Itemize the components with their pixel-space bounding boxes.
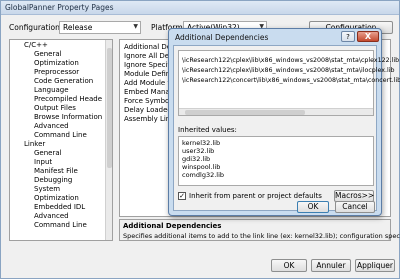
dialog-title: Additional Dependencies xyxy=(175,33,269,42)
tree-item[interactable]: Browse Information xyxy=(34,113,102,122)
tree-item[interactable]: Optimization xyxy=(34,194,79,203)
tree-item[interactable]: Output Files xyxy=(34,104,76,113)
description-text: Specifies additional items to add to the… xyxy=(123,232,400,240)
inherited-item: kernel32.lib xyxy=(182,139,221,147)
inherited-values-label: Inherited values: xyxy=(178,126,237,134)
inherited-item: gdi32.lib xyxy=(182,155,211,163)
tree-item[interactable]: Preprocessor xyxy=(34,68,79,77)
tree-item[interactable]: Language xyxy=(34,86,69,95)
dependency-path: \icResearch122\concert\lib\x86_windows_v… xyxy=(182,77,400,84)
tree-item[interactable]: Optimization xyxy=(34,59,79,68)
tree-item[interactable]: System xyxy=(34,185,60,194)
configuration-select[interactable]: Release ▼ xyxy=(59,21,141,34)
tree-item[interactable]: Linker xyxy=(24,140,45,149)
additional-dependencies-dialog: Additional Dependencies ? X \icResearch1… xyxy=(168,28,400,216)
inherit-checkbox[interactable]: ✓ xyxy=(178,192,186,200)
tree-scrollbar[interactable] xyxy=(105,40,112,240)
inherited-item: winspool.lib xyxy=(182,163,221,171)
inherit-checkbox-label: Inherit from parent or project defaults xyxy=(189,192,322,200)
configuration-value: Release xyxy=(63,23,93,32)
dialog-ok-button[interactable]: OK xyxy=(297,201,329,213)
tree-item[interactable]: Precompiled Heade xyxy=(34,95,102,104)
description-title: Additional Dependencies xyxy=(123,222,222,230)
tree-item[interactable]: C/C++ xyxy=(24,41,48,50)
inherited-item: comdlg32.lib xyxy=(182,171,225,179)
dependencies-textarea[interactable]: \icResearch122\cplex\lib\x86_windows_vs2… xyxy=(178,50,400,116)
tree-item[interactable]: Embedded IDL xyxy=(34,203,85,212)
tree-item[interactable]: Code Generation xyxy=(34,77,93,86)
tree-item[interactable]: Debugging xyxy=(34,176,72,185)
window-title: GlobalPanner Property Pages xyxy=(5,3,114,12)
tree-item-selected[interactable]: Input xyxy=(34,158,52,167)
dependency-path: \icResearch122\cplex\lib\x86_windows_vs2… xyxy=(182,67,395,74)
apply-button[interactable]: Appliquer xyxy=(355,259,395,272)
dialog-cancel-button[interactable]: Cancel xyxy=(335,201,375,213)
description-panel: Additional Dependencies Specifies additi… xyxy=(119,219,400,241)
close-button[interactable]: X xyxy=(357,31,379,42)
tree-item[interactable]: Advanced xyxy=(34,212,69,221)
scroll-thumb[interactable] xyxy=(107,48,112,168)
inherited-item: user32.lib xyxy=(182,147,215,155)
help-button[interactable]: ? xyxy=(341,31,355,42)
configuration-label: Configuration: xyxy=(9,23,63,32)
property-tree: C/C++ General Optimization Preprocessor … xyxy=(9,39,113,241)
dependency-path: \icResearch122\cplex\lib\x86_windows_vs2… xyxy=(182,57,400,64)
tree-item[interactable]: General xyxy=(34,50,62,59)
chevron-down-icon: ▼ xyxy=(133,23,138,30)
inherited-values-list: kernel32.lib user32.lib gdi32.lib winspo… xyxy=(178,136,374,186)
tree-item[interactable]: Advanced xyxy=(34,122,69,131)
dialog-body: \icResearch122\cplex\lib\x86_windows_vs2… xyxy=(173,45,400,211)
tree-item[interactable]: Command Line xyxy=(34,131,87,140)
title-bar[interactable]: GlobalPanner Property Pages xyxy=(1,1,399,15)
cancel-button[interactable]: Annuler xyxy=(311,259,351,272)
tree-item[interactable]: General xyxy=(34,149,62,158)
textarea-scrollbar[interactable] xyxy=(179,108,373,115)
ok-button[interactable]: OK xyxy=(271,259,307,272)
scroll-thumb[interactable] xyxy=(185,110,305,115)
tree-item[interactable]: Manifest File xyxy=(34,167,78,176)
tree-item[interactable]: Command Line xyxy=(34,221,87,230)
